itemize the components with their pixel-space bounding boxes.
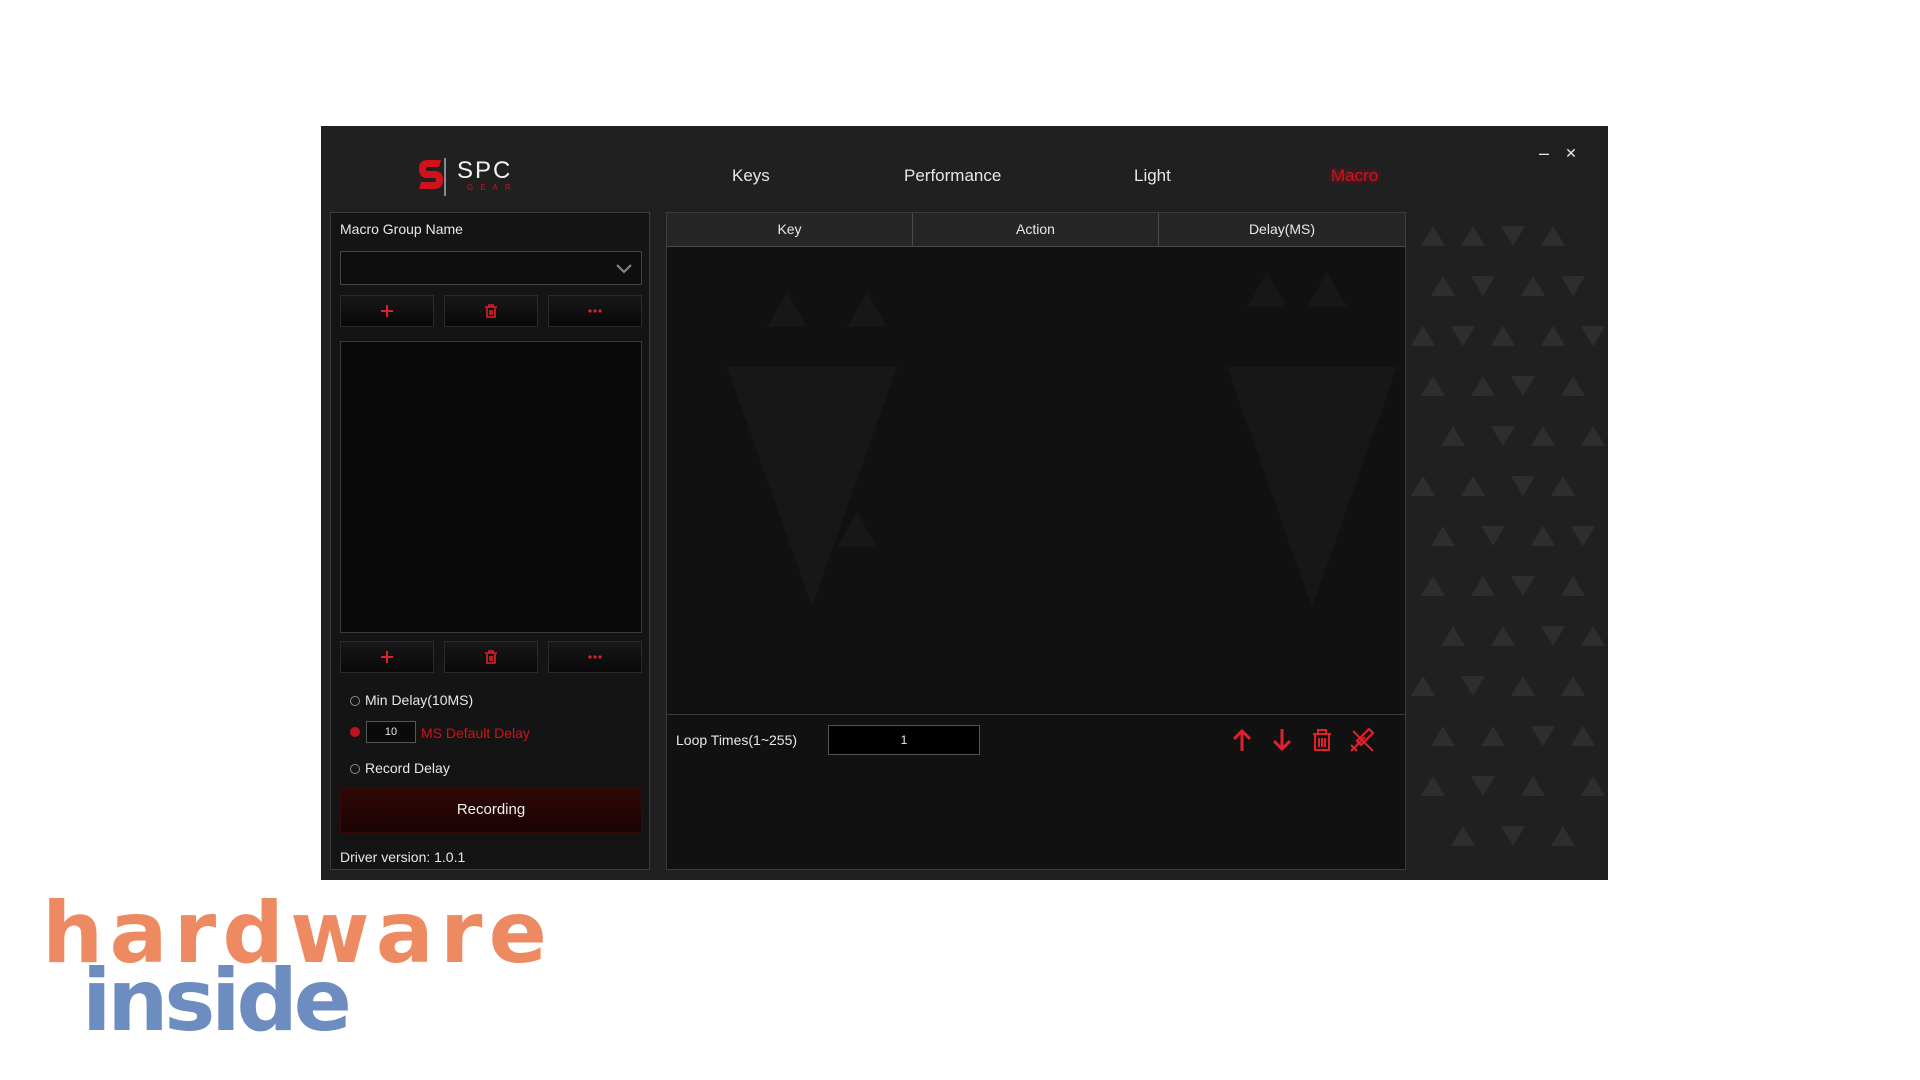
loop-times-input[interactable]: 1 <box>828 725 980 755</box>
app-window: – ✕ SPC GEAR Keys Performance Light Macr… <box>321 126 1608 880</box>
watermark-line2: inside <box>82 951 352 1038</box>
clear-actions-button[interactable] <box>1347 725 1377 755</box>
column-header-key: Key <box>667 213 913 247</box>
trash-icon <box>485 650 497 664</box>
chevron-down-icon <box>616 264 632 274</box>
clear-icon <box>1350 727 1375 752</box>
record-delay-label: Record Delay <box>365 760 450 776</box>
column-header-delay: Delay(MS) <box>1159 213 1405 247</box>
minimize-button[interactable]: – <box>1533 142 1555 164</box>
default-delay-radio[interactable] <box>350 727 360 737</box>
move-down-button[interactable] <box>1267 725 1297 755</box>
macro-group-dropdown[interactable] <box>340 251 642 285</box>
add-icon <box>381 651 393 663</box>
min-delay-label: Min Delay(10MS) <box>365 692 474 708</box>
arrow-down-icon <box>1272 729 1292 752</box>
delete-action-button[interactable] <box>1307 725 1337 755</box>
macro-footer: Loop Times(1~255) 1 <box>667 714 1405 869</box>
move-up-button[interactable] <box>1227 725 1257 755</box>
delete-macro-button[interactable] <box>444 641 538 673</box>
recording-button[interactable]: Recording <box>340 787 642 833</box>
macro-group-label: Macro Group Name <box>340 221 463 237</box>
add-macro-button[interactable] <box>340 641 434 673</box>
macro-action-table[interactable] <box>667 247 1405 714</box>
arrow-up-icon <box>1232 728 1252 751</box>
driver-version: Driver version: 1.0.1 <box>340 849 466 865</box>
background-logo-watermark <box>727 272 1397 607</box>
trash-icon <box>1313 729 1331 751</box>
macro-buttons <box>340 641 642 673</box>
tab-light[interactable]: Light <box>1134 166 1171 186</box>
column-header-action: Action <box>913 213 1159 247</box>
more-group-button[interactable] <box>548 295 642 327</box>
background-pattern <box>1411 226 1605 846</box>
tab-macro[interactable]: Macro <box>1331 166 1378 186</box>
tab-performance[interactable]: Performance <box>904 166 1001 186</box>
close-button[interactable]: ✕ <box>1560 142 1582 164</box>
hardware-inside-logo: hardware inside <box>42 898 547 1038</box>
more-icon <box>588 655 602 659</box>
macro-editor-panel: Key Action Delay(MS) Loop Times(1~255) 1 <box>666 212 1406 870</box>
default-delay-label: MS Default Delay <box>421 725 530 741</box>
min-delay-radio[interactable] <box>350 696 360 706</box>
trash-icon <box>485 304 497 318</box>
delete-group-button[interactable] <box>444 295 538 327</box>
macro-list[interactable] <box>340 341 642 633</box>
more-macro-button[interactable] <box>548 641 642 673</box>
default-delay-input[interactable]: 10 <box>366 721 416 743</box>
logo-brand-text: SPC <box>457 157 513 184</box>
more-icon <box>588 309 602 313</box>
add-icon <box>381 305 393 317</box>
logo-sub-text: GEAR <box>467 183 518 192</box>
record-delay-radio[interactable] <box>350 764 360 774</box>
tab-keys[interactable]: Keys <box>732 166 770 186</box>
logo: SPC GEAR <box>415 154 540 204</box>
loop-times-label: Loop Times(1~255) <box>676 732 798 748</box>
macro-list-panel: Macro Group Name Min Delay(10MS) 10 MS D… <box>330 212 650 870</box>
add-group-button[interactable] <box>340 295 434 327</box>
group-buttons <box>340 295 642 327</box>
